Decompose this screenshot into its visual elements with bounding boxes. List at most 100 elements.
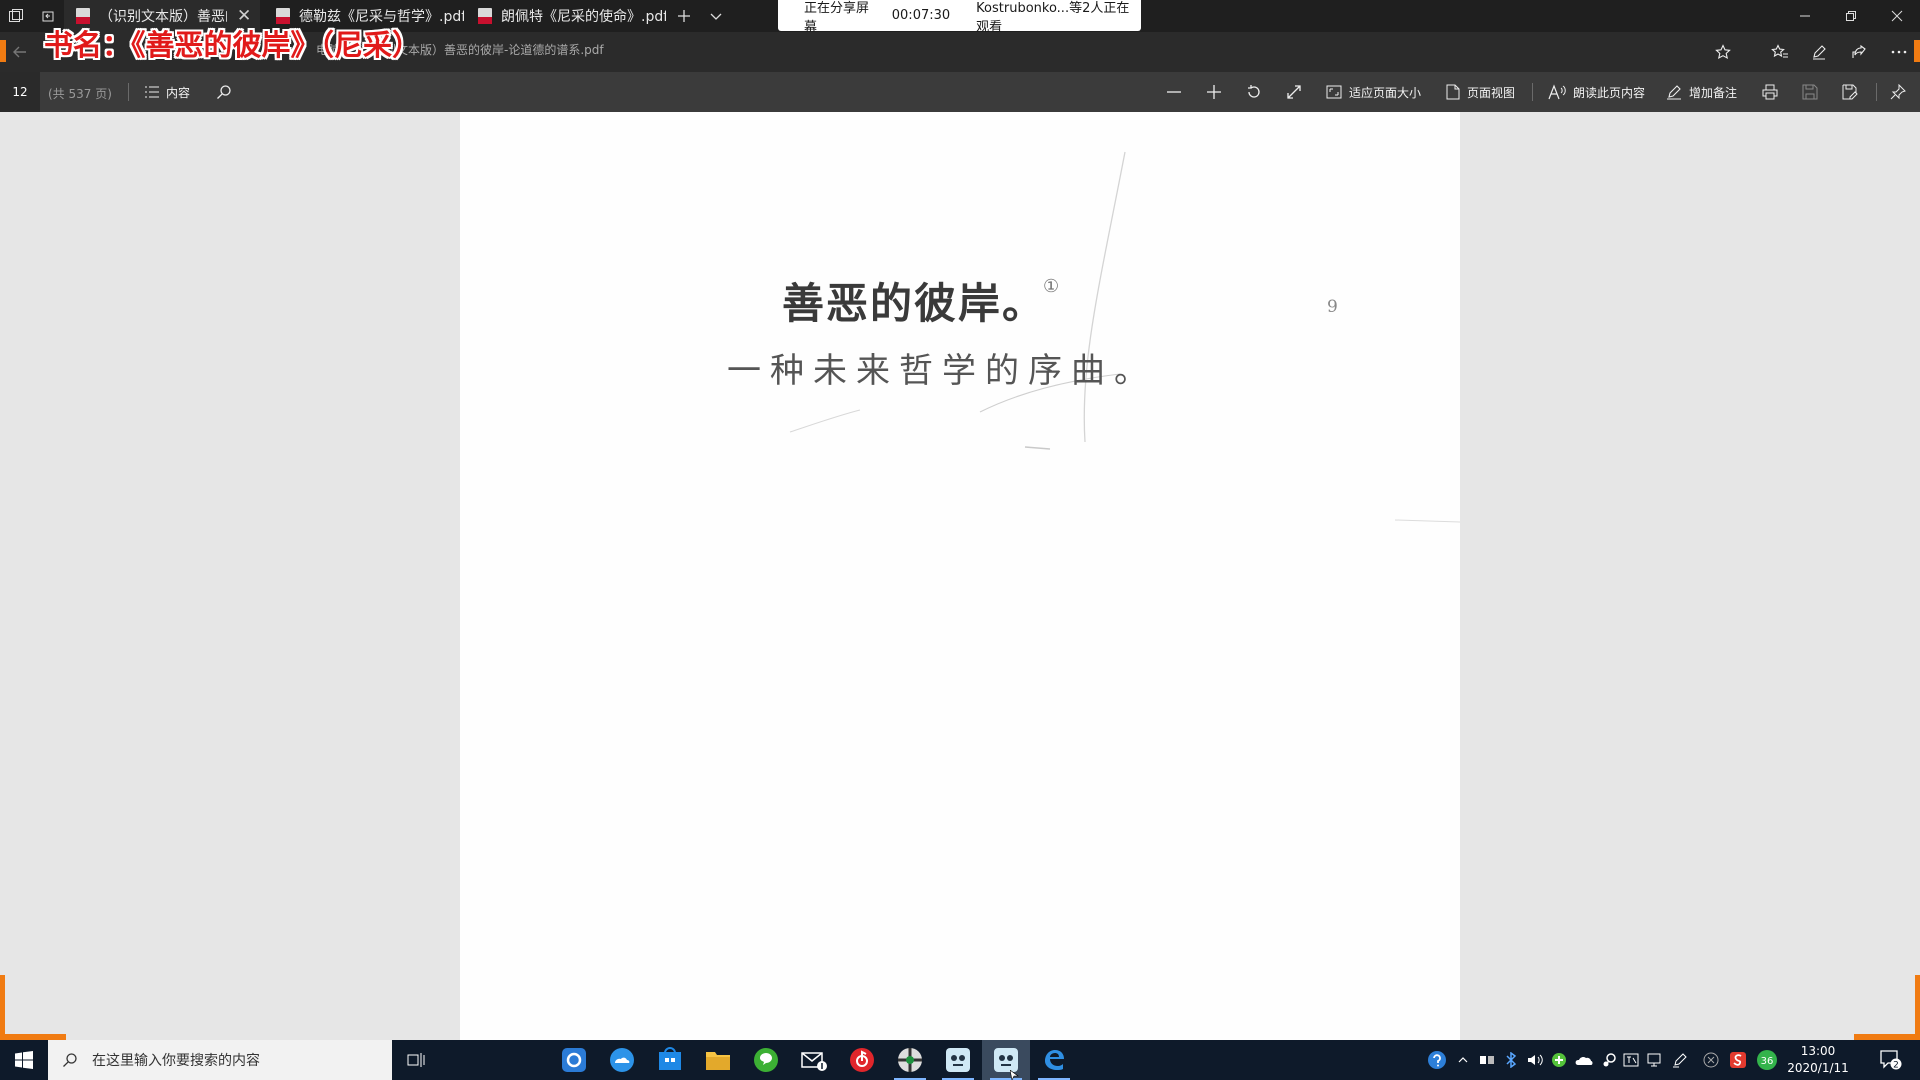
back-arrow-icon[interactable] — [2, 36, 38, 68]
more-menu-icon[interactable] — [1881, 36, 1917, 68]
taskbar-app-wechat[interactable] — [742, 1040, 790, 1080]
share-status: 正在分享屏幕 — [804, 0, 870, 35]
plus-icon — [1207, 85, 1221, 99]
full-screen-button[interactable] — [1286, 72, 1309, 112]
fit-page-icon — [1326, 85, 1342, 99]
show-hidden-icons-chevron-icon[interactable] — [1452, 1040, 1474, 1080]
tab-actions-icon[interactable] — [0, 0, 32, 32]
taskbar-app-cloud[interactable] — [598, 1040, 646, 1080]
share-frame-accent — [0, 40, 6, 62]
network-tray-icon[interactable] — [1644, 1040, 1666, 1080]
new-tab-icon[interactable] — [668, 0, 700, 32]
minimize-button[interactable] — [1782, 0, 1828, 32]
steam-tray-icon[interactable] — [1598, 1040, 1620, 1080]
taskbar-app-edge[interactable] — [1030, 1040, 1078, 1080]
volume-tray-icon[interactable] — [1524, 1040, 1546, 1080]
web-note-pen-icon[interactable] — [1801, 36, 1837, 68]
toolbar-divider — [1876, 83, 1877, 101]
onedrive-cloud-tray-icon[interactable] — [1572, 1040, 1596, 1080]
pin-toolbar-button[interactable] — [1890, 72, 1913, 112]
sogou-input-tray-icon[interactable] — [1726, 1040, 1750, 1080]
close-circle-tray-icon[interactable] — [1700, 1040, 1722, 1080]
start-button[interactable] — [0, 1040, 48, 1080]
taskbar-search-box[interactable]: 在这里输入你要搜索的内容 — [48, 1040, 392, 1080]
rotate-button[interactable] — [1246, 72, 1269, 112]
list-icon — [145, 86, 159, 98]
expand-icon — [1287, 85, 1301, 99]
document-title: 善恶的彼岸。 — [782, 279, 1047, 328]
share-icon[interactable] — [1841, 36, 1877, 68]
page-icon — [1446, 84, 1460, 100]
share-frame-accent — [0, 975, 5, 1040]
search-document-button[interactable] — [216, 72, 239, 112]
taskbar-clock[interactable]: 13:00 2020/1/11 — [1778, 1043, 1858, 1077]
share-timer: 00:07:30 — [891, 8, 951, 23]
save-as-button[interactable] — [1842, 72, 1865, 112]
contents-button[interactable]: 内容 — [145, 72, 190, 112]
favorite-star-icon[interactable] — [1705, 36, 1741, 68]
bluetooth-tray-icon[interactable] — [1500, 1040, 1522, 1080]
printed-page-number: 9 — [1327, 297, 1338, 317]
tab-lampert-pdf[interactable]: 朗佩特《尼采的使命》.pdf — [466, 0, 666, 32]
taskbar-app-store[interactable] — [646, 1040, 694, 1080]
favorites-list-icon[interactable] — [1762, 36, 1798, 68]
clock-date: 2020/1/11 — [1787, 1061, 1849, 1075]
fit-page-label: 适应页面大小 — [1349, 85, 1422, 100]
music-app-icon — [850, 1048, 874, 1072]
notification-count-text: 2 — [1893, 1061, 1899, 1071]
tab-preview-chevron-icon[interactable] — [700, 0, 732, 32]
pen-workspace-tray-icon[interactable] — [1668, 1040, 1692, 1080]
taskbar-app-game[interactable] — [934, 1040, 982, 1080]
save-button — [1802, 72, 1825, 112]
taskbar-app-qq-browser[interactable] — [550, 1040, 598, 1080]
read-aloud-label: 朗读此页内容 — [1573, 85, 1646, 100]
taskbar-app-file-explorer[interactable] — [694, 1040, 742, 1080]
cloud-app-icon — [610, 1048, 634, 1072]
clock-time: 13:00 — [1800, 1044, 1836, 1058]
add-notes-label: 增加备注 — [1689, 85, 1738, 100]
screen-share-banner: 正在分享屏幕 00:07:30 Kostrubonko...等2人正在观看 — [778, 0, 1141, 35]
ime-language-tray-icon[interactable] — [1620, 1040, 1642, 1080]
taskbar-app-media[interactable] — [886, 1040, 934, 1080]
add-notes-button[interactable]: 增加备注 — [1666, 72, 1737, 112]
taskbar-app-mail[interactable] — [790, 1040, 838, 1080]
store-app-icon — [659, 1047, 681, 1070]
read-aloud-button[interactable]: 朗读此页内容 — [1548, 72, 1645, 112]
folder-icon — [706, 1052, 730, 1070]
page-view-button[interactable]: 页面视图 — [1446, 72, 1515, 112]
close-window-button[interactable] — [1874, 0, 1920, 32]
pin-icon — [1890, 84, 1906, 100]
tab-label: 朗佩特《尼采的使命》.pdf — [501, 9, 666, 25]
fit-page-button[interactable]: 适应页面大小 — [1326, 72, 1421, 112]
windows-logo-icon — [15, 1051, 33, 1069]
security-score-tray-icon[interactable]: 36 — [1754, 1040, 1780, 1080]
browser-app-icon — [562, 1048, 586, 1072]
rotate-icon — [1248, 85, 1260, 98]
minus-icon — [1167, 91, 1181, 93]
print-button[interactable] — [1762, 72, 1785, 112]
taskbar-app-netease-music[interactable] — [838, 1040, 886, 1080]
toolbar-divider — [1532, 83, 1533, 101]
help-tray-icon[interactable] — [1424, 1040, 1450, 1080]
mouse-cursor-icon — [1010, 1070, 1019, 1080]
scan-artifact-lines — [789, 151, 1460, 523]
toolbar-divider — [128, 83, 129, 101]
zoom-out-button[interactable] — [1166, 72, 1189, 112]
input-method-tray-icon[interactable] — [1476, 1040, 1498, 1080]
contents-label: 内容 — [166, 85, 191, 100]
mail-icon — [801, 1052, 827, 1071]
edge-browser-icon — [1045, 1050, 1064, 1070]
security-tray-icon[interactable] — [1548, 1040, 1570, 1080]
action-center-button[interactable]: 2 — [1874, 1040, 1908, 1080]
task-view-icon — [407, 1053, 425, 1067]
pdf-file-icon — [478, 8, 492, 24]
task-view-button[interactable] — [392, 1040, 440, 1080]
taskbar-app-screen-share[interactable] — [982, 1040, 1030, 1080]
share-frame-accent — [1914, 40, 1920, 62]
restore-button[interactable] — [1828, 0, 1874, 32]
page-number-input[interactable]: 12 — [0, 72, 40, 112]
save-as-icon — [1842, 84, 1858, 100]
share-viewers[interactable]: Kostrubonko...等2人正在观看 — [976, 0, 1141, 35]
chat-app-icon — [754, 1048, 778, 1072]
zoom-in-button[interactable] — [1206, 72, 1229, 112]
